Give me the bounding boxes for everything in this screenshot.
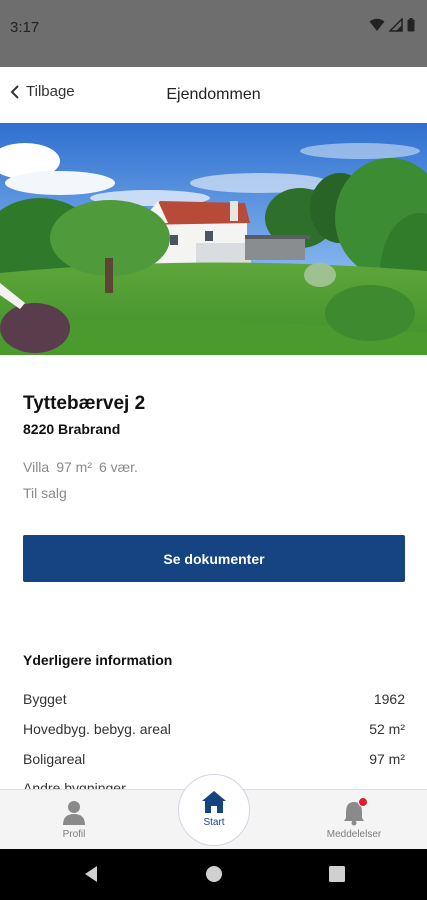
property-photo bbox=[0, 123, 427, 355]
person-icon bbox=[63, 801, 85, 825]
property-details: Tyttebærvej 2 8220 Brabrand Villa 97 m² … bbox=[0, 355, 427, 789]
status-icons bbox=[369, 18, 415, 32]
tab-home-label: Start bbox=[203, 816, 225, 828]
tab-profile-label: Profil bbox=[62, 829, 86, 840]
info-row-label: Bygget bbox=[23, 691, 67, 707]
recents-square-icon[interactable] bbox=[328, 865, 346, 883]
tab-notifications-label: Meddelelser bbox=[326, 829, 382, 840]
see-documents-button[interactable]: Se dokumenter bbox=[23, 535, 405, 582]
more-info-heading: Yderligere information bbox=[23, 652, 173, 668]
page-title: Ejendommen bbox=[166, 86, 261, 103]
info-row: Bygget 1962 bbox=[23, 691, 405, 707]
battery-icon bbox=[407, 18, 415, 32]
property-meta: Villa 97 m² 6 vær. bbox=[23, 459, 138, 475]
info-row: Boligareal 97 m² bbox=[23, 751, 405, 767]
screen: 3:17 Tilbage Ejendommen Tyttebærvej 2 82… bbox=[0, 0, 427, 900]
info-row-label: Boligareal bbox=[23, 751, 86, 767]
back-triangle-icon[interactable] bbox=[82, 865, 100, 883]
info-row-value: 52 m² bbox=[369, 721, 405, 737]
notification-badge bbox=[358, 797, 368, 807]
system-navigation-bar bbox=[0, 849, 427, 900]
property-postal-code: 8220 Brabrand bbox=[23, 421, 121, 437]
info-row: Hovedbyg. bebyg. areal 52 m² bbox=[23, 721, 405, 737]
tab-profile[interactable]: Profil bbox=[24, 790, 124, 850]
wifi-icon bbox=[369, 18, 385, 31]
tab-notifications[interactable]: Meddelelser bbox=[304, 790, 404, 850]
property-status: Til salg bbox=[23, 485, 67, 501]
property-area: 97 m² bbox=[56, 459, 92, 475]
home-icon bbox=[202, 790, 226, 813]
info-row-label: Hovedbyg. bebyg. areal bbox=[23, 721, 171, 737]
info-row-value: 97 m² bbox=[369, 751, 405, 767]
property-rooms: 6 vær. bbox=[99, 459, 138, 475]
status-bar: 3:17 bbox=[0, 0, 427, 67]
home-circle-icon[interactable] bbox=[205, 865, 223, 883]
property-address: Tyttebærvej 2 bbox=[23, 393, 146, 414]
info-row-value: 1962 bbox=[373, 691, 405, 707]
signal-icon bbox=[389, 18, 403, 32]
property-photo-illustration bbox=[0, 123, 427, 355]
top-navigation: Tilbage Ejendommen bbox=[0, 67, 427, 123]
status-time: 3:17 bbox=[10, 19, 40, 36]
tab-home[interactable]: Start bbox=[178, 774, 250, 846]
info-row-label: Andre bygninger bbox=[23, 780, 126, 789]
property-type: Villa bbox=[23, 459, 50, 475]
